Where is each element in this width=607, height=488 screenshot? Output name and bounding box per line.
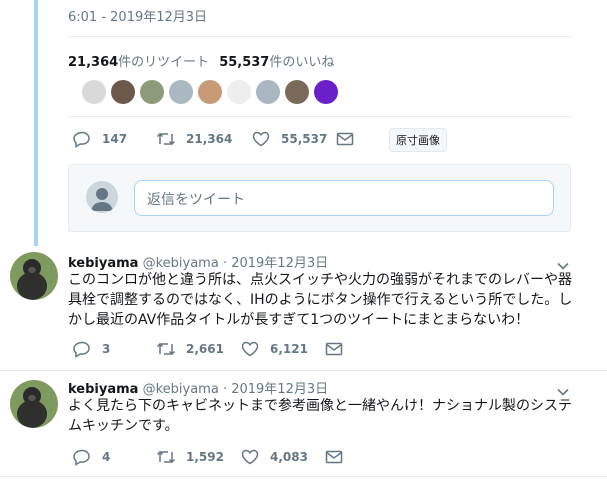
reply-count: 3 xyxy=(102,342,111,356)
liker-avatar[interactable] xyxy=(285,80,309,104)
retweet-count: 21,364 xyxy=(68,55,119,70)
liker-avatar[interactable] xyxy=(82,80,106,104)
tweet-date[interactable]: · 2019年12月3日 xyxy=(223,382,328,397)
reply-button[interactable]: 147 xyxy=(72,130,156,148)
tweet-header: kebiyama @kebiyama · 2019年12月3日 xyxy=(68,378,328,397)
handle[interactable]: @kebiyama xyxy=(143,256,219,271)
dm-button[interactable] xyxy=(324,448,354,466)
liker-avatar[interactable] xyxy=(140,80,164,104)
tweet-timestamp[interactable]: 6:01 - 2019年12月3日 xyxy=(68,6,207,25)
like-count: 55,537 xyxy=(281,132,328,146)
reply-icon xyxy=(72,448,92,466)
liker-avatar[interactable] xyxy=(256,80,280,104)
retweet-button[interactable]: 2,661 xyxy=(156,340,240,358)
reply-count: 147 xyxy=(102,132,128,146)
avatar[interactable] xyxy=(10,380,58,428)
main-tweet-actions: 147 21,364 55,537 xyxy=(72,130,365,148)
divider xyxy=(0,370,607,371)
handle[interactable]: @kebiyama xyxy=(143,382,219,397)
retweet-count: 2,661 xyxy=(186,342,224,356)
reply-tweet-actions: 3 2,661 6,121 xyxy=(72,340,354,358)
like-count: 6,121 xyxy=(270,342,308,356)
retweet-button[interactable]: 1,592 xyxy=(156,448,240,466)
liker-avatars xyxy=(82,80,338,104)
envelope-icon xyxy=(335,130,355,148)
heart-icon xyxy=(251,130,271,148)
envelope-icon xyxy=(324,448,344,466)
reply-icon xyxy=(72,340,92,358)
liker-avatar[interactable] xyxy=(227,80,251,104)
tweet-text: このコンロが他と違う所は、点火スイッチや火力の強弱がそれまでのレバーや器具栓で調… xyxy=(68,272,573,328)
liker-avatar[interactable] xyxy=(111,80,135,104)
reply-count: 4 xyxy=(102,450,111,464)
like-stat[interactable]: 55,537件のいいね xyxy=(219,51,334,70)
liker-avatar[interactable] xyxy=(198,80,222,104)
reply-tweet-actions: 4 1,592 4,083 xyxy=(72,448,354,466)
retweet-icon xyxy=(156,130,176,148)
like-count: 4,083 xyxy=(270,450,308,464)
like-button[interactable]: 4,083 xyxy=(240,448,324,466)
reply-input[interactable]: 返信をツイート xyxy=(134,180,554,216)
retweet-stat[interactable]: 21,364件のリツイート xyxy=(68,51,209,70)
thread-line xyxy=(34,0,38,246)
reply-icon xyxy=(72,130,92,148)
divider xyxy=(68,36,571,37)
envelope-icon xyxy=(324,340,344,358)
heart-icon xyxy=(240,340,260,358)
user-avatar xyxy=(86,181,118,213)
like-stat-label: 件のいいね xyxy=(269,55,335,70)
original-image-button[interactable]: 原寸画像 xyxy=(389,128,447,152)
engagement-stats: 21,364件のリツイート 55,537件のいいね xyxy=(68,51,334,70)
tweet-text: よく見たら下のキャビネットまで参考画像と一緒やんけ！ナショナル製のシステムキッチ… xyxy=(68,398,572,434)
tweet-date[interactable]: · 2019年12月3日 xyxy=(223,256,328,271)
heart-icon xyxy=(240,448,260,466)
dm-button[interactable] xyxy=(335,130,365,148)
display-name[interactable]: kebiyama xyxy=(68,382,138,397)
retweet-icon xyxy=(156,340,176,358)
tweet-header: kebiyama @kebiyama · 2019年12月3日 xyxy=(68,252,328,271)
reply-button[interactable]: 3 xyxy=(72,340,156,358)
divider xyxy=(0,476,607,477)
retweet-count: 1,592 xyxy=(186,450,224,464)
retweet-icon xyxy=(156,448,176,466)
liker-avatar[interactable] xyxy=(314,80,338,104)
retweet-count: 21,364 xyxy=(186,132,233,146)
retweet-stat-label: 件のリツイート xyxy=(118,55,210,70)
avatar[interactable] xyxy=(10,252,58,300)
display-name[interactable]: kebiyama xyxy=(68,256,138,271)
liker-avatar[interactable] xyxy=(169,80,193,104)
like-button[interactable]: 6,121 xyxy=(240,340,324,358)
reply-button[interactable]: 4 xyxy=(72,448,156,466)
like-button[interactable]: 55,537 xyxy=(251,130,335,148)
retweet-button[interactable]: 21,364 xyxy=(156,130,251,148)
reply-composer: 返信をツイート xyxy=(68,164,571,232)
like-count: 55,537 xyxy=(219,55,270,70)
dm-button[interactable] xyxy=(324,340,354,358)
divider xyxy=(68,116,571,117)
